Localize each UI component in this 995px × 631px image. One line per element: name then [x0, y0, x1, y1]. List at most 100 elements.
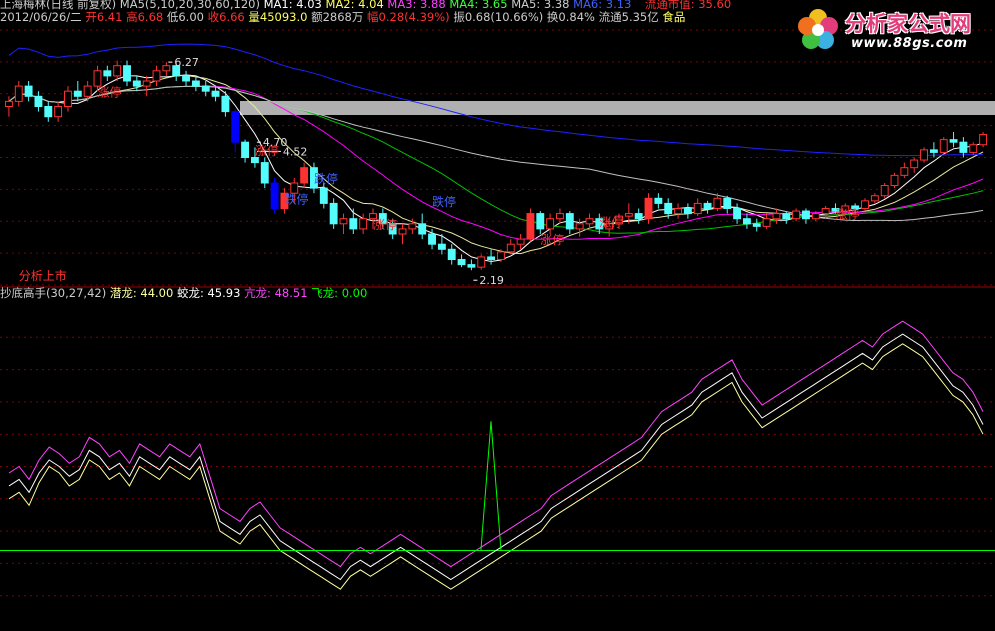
candle: [34, 91, 43, 112]
candle-body: [34, 95, 43, 108]
candle: [536, 211, 545, 234]
candle-body: [329, 202, 338, 225]
flower-logo-icon: [798, 9, 838, 49]
turnover-value: 换0.84%: [546, 10, 595, 24]
candle: [467, 259, 476, 271]
limit-annotation: 涨停: [835, 207, 859, 222]
candle: [339, 213, 348, 234]
candle-body: [506, 243, 515, 253]
kanglong-line: [8, 320, 984, 568]
candle-body: [418, 223, 427, 235]
candle-body: [585, 218, 594, 225]
candle: [73, 81, 82, 102]
feilong-value: 飞龙: 0.00: [311, 286, 368, 300]
candle: [162, 62, 171, 76]
candle-body: [191, 80, 200, 87]
candle-body: [123, 65, 131, 82]
candle-body: [733, 208, 742, 220]
candle: [683, 203, 692, 219]
candle: [782, 211, 791, 224]
candle-body: [359, 218, 368, 230]
change-value: 幅0.28(4.39%): [367, 10, 450, 24]
candle: [920, 147, 928, 163]
candle-body: [861, 200, 869, 210]
candle: [969, 142, 978, 155]
candle-body: [870, 195, 879, 202]
candle-body: [132, 80, 141, 87]
candle-body: [73, 90, 82, 97]
limit-annotation: 涨停: [255, 143, 279, 158]
candle-body: [467, 264, 476, 268]
candle-body: [349, 218, 358, 230]
indicator-header: 抄底高手(30,27,42) 潜龙: 44.00 蛟龙: 45.93 亢龙: 4…: [0, 287, 367, 300]
candlestick-series: [4, 60, 988, 271]
candle-body: [979, 134, 988, 146]
close-value: 收6.66: [207, 10, 245, 24]
candle: [526, 208, 535, 242]
high-value: 高6.68: [126, 10, 164, 24]
candle: [487, 249, 496, 265]
candle-body: [211, 90, 220, 97]
candle-body: [556, 213, 564, 220]
stock-chart-canvas[interactable]: 6.274.524.702.19 分析上市涨停涨停跌停跌停涨停跌停涨停涨停涨停: [0, 0, 995, 631]
open-value: 开6.41: [85, 10, 123, 24]
candle: [182, 70, 190, 87]
candle-body: [250, 157, 259, 164]
candle-body: [683, 208, 692, 215]
date-label: 2012/06/26/二: [0, 10, 82, 24]
candle: [44, 101, 53, 122]
candle: [979, 132, 988, 148]
candle: [802, 208, 810, 224]
candle-body: [152, 70, 161, 82]
candle: [300, 162, 309, 189]
candle: [349, 208, 358, 234]
sector-label: 食品: [662, 10, 686, 24]
indicator-lines: [0, 320, 995, 590]
candle: [556, 208, 564, 224]
candle-body: [565, 213, 574, 230]
candle: [703, 200, 712, 214]
candle-body: [752, 223, 761, 227]
candle-body: [182, 75, 190, 82]
candle-body: [575, 223, 584, 230]
candle: [191, 75, 200, 92]
candle: [447, 244, 456, 265]
candle-body: [162, 65, 171, 72]
candle-body: [782, 213, 791, 220]
feilong-line: [9, 421, 983, 551]
candle: [221, 91, 230, 117]
candle: [457, 254, 466, 268]
limit-annotation: 涨停: [373, 217, 397, 232]
candle-body: [221, 95, 230, 113]
candle: [152, 65, 161, 87]
candle: [418, 213, 427, 240]
candle: [900, 162, 909, 178]
candle-body: [929, 149, 938, 153]
candle-body: [516, 238, 525, 245]
candle-body: [546, 218, 555, 230]
candle: [880, 183, 889, 199]
candle: [752, 218, 761, 232]
candle-body: [742, 218, 751, 225]
candle: [270, 177, 279, 214]
candle-body: [969, 144, 978, 153]
candle-body: [900, 167, 909, 176]
highlight-band: [240, 101, 995, 115]
candle: [103, 65, 112, 81]
candle-body: [959, 141, 968, 153]
candle-body: [4, 100, 13, 108]
candle: [260, 157, 269, 189]
candle: [329, 198, 338, 229]
candle-body: [300, 167, 309, 184]
candle: [24, 81, 33, 102]
candle-body: [674, 208, 682, 215]
candle-body: [477, 256, 486, 268]
candle-body: [792, 210, 801, 220]
candle: [132, 75, 141, 92]
candle-body: [201, 85, 210, 92]
kanglong-value: 亢龙: 48.51: [244, 286, 308, 300]
candle-body: [44, 106, 53, 118]
candle-body: [457, 259, 466, 266]
logo-text: 分析家公式网: [845, 12, 971, 36]
candle-body: [634, 213, 643, 220]
